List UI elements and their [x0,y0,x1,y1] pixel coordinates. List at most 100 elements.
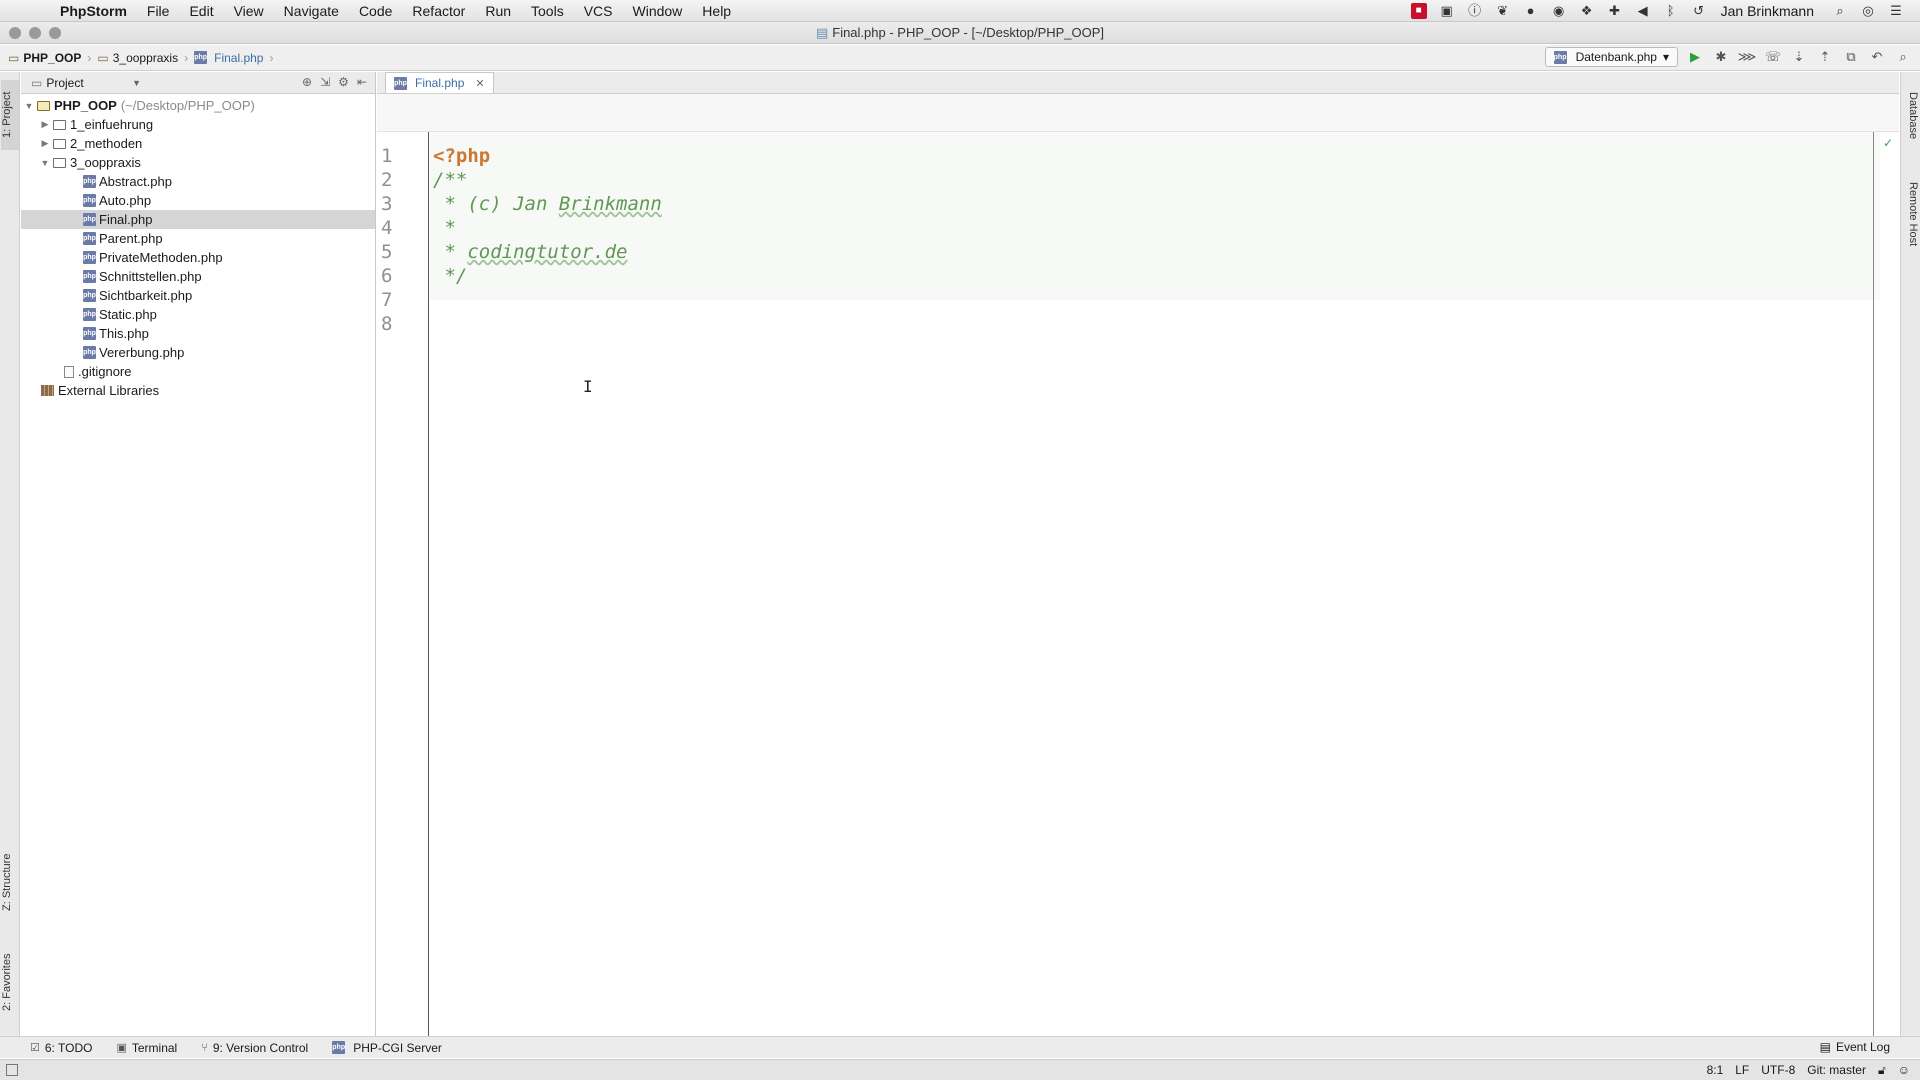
code-editor[interactable]: <?php /** * (c) Jan Brinkmann * * coding… [433,132,1883,1036]
favorites-tool-tab[interactable]: 2: Favorites [1,942,19,1022]
crumb-project[interactable]: ▭ PHP_OOP [8,51,85,65]
evernote-icon[interactable]: ❦ [1495,3,1511,19]
terminal-tool-button[interactable]: ▣ Terminal [116,1041,177,1055]
menu-tools[interactable]: Tools [521,0,574,22]
event-log-button[interactable]: ▤ Event Log [1820,1040,1890,1054]
close-window-button[interactable] [9,27,21,39]
toggle-tool-windows-icon[interactable] [6,1064,18,1076]
tree-file[interactable]: php Vererbung.php [21,343,375,362]
tree-file[interactable]: php Static.php [21,305,375,324]
bookmark-icon[interactable]: ▣ [1439,3,1455,19]
recording-icon[interactable]: ■ [1410,3,1427,19]
menu-view[interactable]: View [224,0,274,22]
crumb-folder[interactable]: ▭ 3_ooppraxis [97,51,182,65]
version-control-tool-button[interactable]: ⑂ 9: Version Control [201,1041,308,1055]
user-name[interactable]: Jan Brinkmann [1713,3,1826,19]
volume-icon[interactable]: ◀ [1635,3,1651,19]
file-encoding[interactable]: UTF-8 [1761,1063,1795,1078]
line-number-gutter[interactable]: 1 2 3 4 5 6 7 8 [377,132,429,1036]
tree-file[interactable]: php Auto.php [21,191,375,210]
tree-file[interactable]: php Abstract.php [21,172,375,191]
tree-file[interactable]: php Parent.php [21,229,375,248]
bluetooth-icon[interactable]: ᛒ [1663,3,1679,19]
coverage-icon[interactable]: ⋙ [1738,48,1757,66]
tool-window-bar: ☑ 6: TODO ▣ Terminal ⑂ 9: Version Contro… [0,1036,1920,1058]
tree-file[interactable]: php This.php [21,324,375,343]
tree-file[interactable]: php Sichtbarkeit.php [21,286,375,305]
line-separator[interactable]: LF [1735,1063,1749,1078]
triangle-down-icon[interactable]: ▼ [23,101,35,111]
menu-help[interactable]: Help [692,0,741,22]
triangle-down-icon[interactable]: ▼ [39,158,51,168]
menu-file[interactable]: File [137,0,180,22]
info-icon[interactable]: ⓘ [1467,3,1483,19]
line-number: 2 [381,169,393,191]
triangle-right-icon[interactable]: ▶ [39,119,51,130]
menu-refactor[interactable]: Refactor [402,0,475,22]
remote-host-tool-tab[interactable]: Remote Host [1903,182,1919,262]
tree-folder[interactable]: ▶ 2_methoden [21,134,375,153]
siri-icon[interactable]: ◎ [1860,3,1876,19]
window-controls [9,27,61,39]
listen-debug-icon[interactable]: ☏ [1764,48,1782,66]
chevron-down-icon: ▼ [132,77,141,88]
php-file-icon: php [332,1041,346,1054]
collapse-all-icon[interactable]: ⇲ [320,75,330,89]
menu-run[interactable]: Run [475,0,521,22]
leaf-icon[interactable]: ● [1523,3,1539,19]
lock-icon[interactable]: 🔓︎ [1878,1063,1886,1078]
project-tool-tab[interactable]: 1: Project [1,80,19,150]
tree-root[interactable]: ▼ PHP_OOP (~/Desktop/PHP_OOP) [21,96,375,115]
revert-icon[interactable]: ↶ [1868,48,1886,66]
gear-icon[interactable]: ⚙ [338,75,349,89]
terminal-icon: ▣ [116,1042,127,1054]
zoom-window-button[interactable] [49,27,61,39]
tree-file[interactable]: php PrivateMethoden.php [21,248,375,267]
inspection-icon[interactable]: ☺ [1898,1063,1910,1078]
no-problems-icon[interactable]: ✓ [1883,136,1893,150]
database-tool-tab[interactable]: Database [1903,92,1919,152]
dropbox-icon[interactable]: ❖ [1579,3,1595,19]
tree-file[interactable]: .gitignore [21,362,375,381]
php-file-icon: php [83,194,96,207]
vcs-update-icon[interactable]: ⇣ [1790,48,1808,66]
search-everywhere-icon[interactable]: ⌕ [1894,48,1912,66]
todo-icon: ☑ [30,1042,40,1054]
spotlight-icon[interactable]: ⌕ [1832,3,1848,19]
eye-icon[interactable]: ◉ [1551,3,1567,19]
menu-vcs[interactable]: VCS [574,0,623,22]
plus-icon[interactable]: ✚ [1607,3,1623,19]
tree-folder[interactable]: ▶ 1_einfuehrung [21,115,375,134]
chevron-right-icon: › [184,50,189,65]
caret-position[interactable]: 8:1 [1707,1063,1724,1078]
project-view-select[interactable]: ▭ Project ▼ [31,76,141,90]
tree-file[interactable]: php Schnittstellen.php [21,267,375,286]
run-icon[interactable]: ▶ [1686,48,1704,66]
compare-icon[interactable]: ⧉ [1842,48,1860,66]
debug-icon[interactable]: ✱ [1712,48,1730,66]
php-file-icon: php [83,346,96,359]
git-branch[interactable]: Git: master [1807,1063,1866,1078]
menu-code[interactable]: Code [349,0,402,22]
run-configuration-select[interactable]: php Datenbank.php ▾ [1544,47,1678,67]
vcs-commit-icon[interactable]: ⇡ [1816,48,1834,66]
php-cgi-server-tool-button[interactable]: php PHP-CGI Server [332,1041,442,1055]
scroll-from-source-icon[interactable]: ⊕ [302,75,312,89]
editor-tab-final[interactable]: php Final.php ✕ [385,72,494,93]
notification-center-icon[interactable]: ☰ [1888,3,1904,19]
close-icon[interactable]: ✕ [475,77,484,90]
triangle-right-icon[interactable]: ▶ [39,138,51,149]
hide-panel-icon[interactable]: ⇤ [357,75,367,89]
tree-folder[interactable]: ▼ 3_ooppraxis [21,153,375,172]
crumb-file[interactable]: php Final.php [194,51,267,65]
structure-tool-tab[interactable]: Z: Structure [1,842,19,922]
time-machine-icon[interactable]: ↺ [1691,3,1707,19]
todo-tool-button[interactable]: ☑ 6: TODO [30,1041,92,1055]
menu-window[interactable]: Window [623,0,693,22]
menu-navigate[interactable]: Navigate [274,0,349,22]
menu-edit[interactable]: Edit [179,0,223,22]
tree-external-libraries[interactable]: External Libraries [21,381,375,400]
tree-file-selected[interactable]: php Final.php [21,210,375,229]
minimize-window-button[interactable] [29,27,41,39]
menu-app[interactable]: PhpStorm [50,0,137,22]
